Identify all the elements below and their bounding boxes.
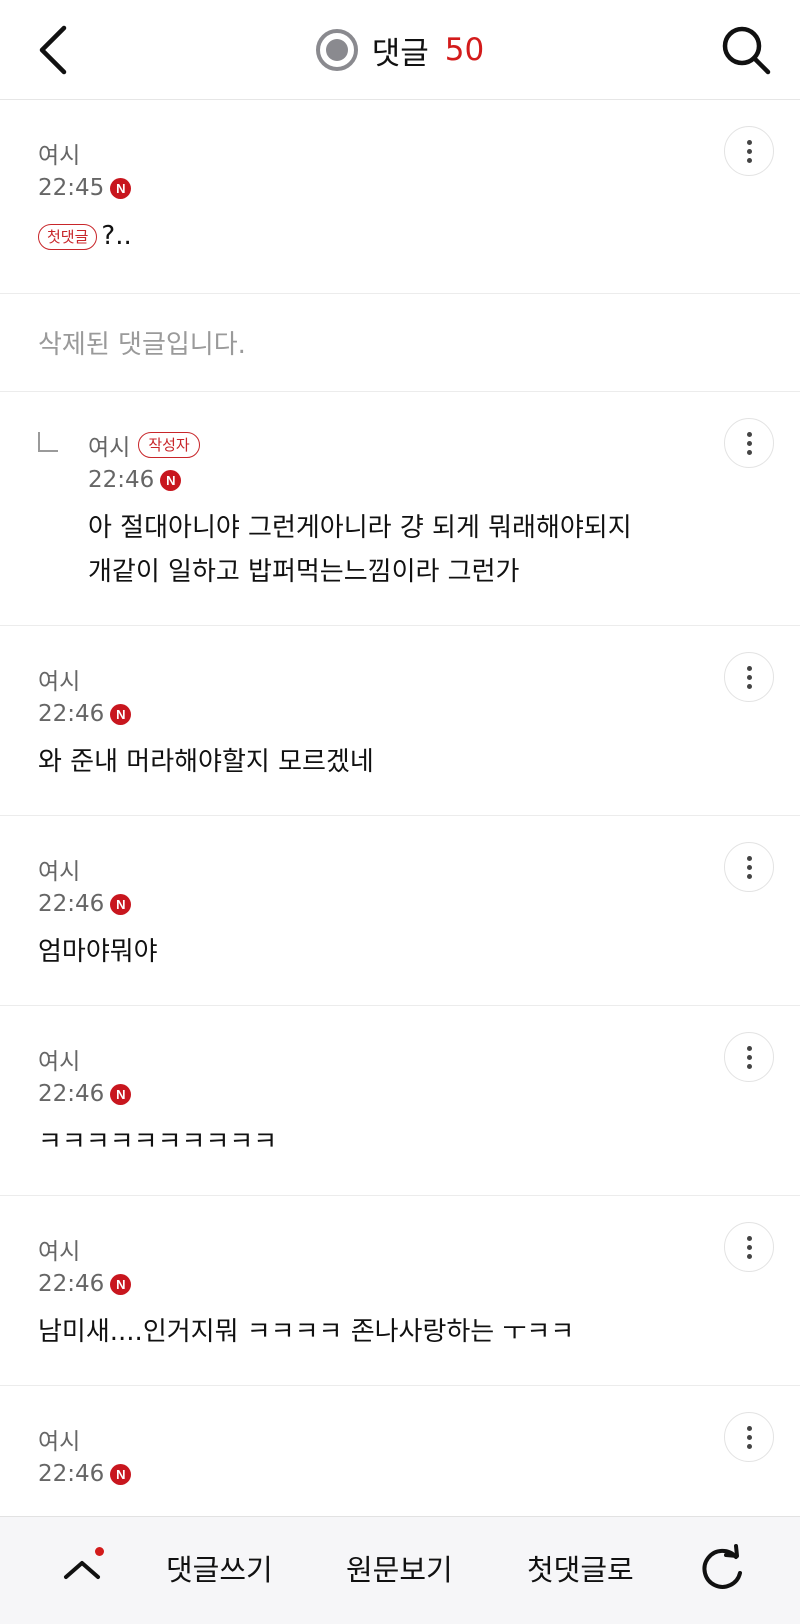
comment-time: 22:45	[38, 175, 105, 201]
more-options-button[interactable]	[724, 1032, 774, 1082]
comment-author: 여시	[38, 143, 81, 169]
comment-text-line: 아 절대아니야 그런게아니라 걍 되게 뭐래해야되지	[88, 513, 632, 543]
comment-author: 여시	[38, 669, 81, 695]
more-icon	[746, 1045, 752, 1051]
more-icon	[746, 139, 752, 145]
comment-time: 22:46	[38, 891, 105, 917]
new-badge: N	[110, 703, 132, 725]
comment-author: 여시	[38, 1049, 81, 1075]
comment-count: 50	[444, 32, 485, 68]
page-title: 댓글 50	[0, 26, 800, 74]
comment-item: 여시 22:46 N 와 준내 머라해야할지 모르겠네	[0, 626, 800, 816]
comment-text-line: 개같이 일하고 밥퍼먹는느낌이라 그런가	[88, 557, 520, 587]
deleted-comment: 삭제된 댓글입니다.	[0, 294, 800, 392]
new-badge: N	[110, 177, 132, 199]
more-icon	[746, 665, 752, 671]
comment-item: 여시 22:45 N 첫댓글?..	[0, 100, 800, 294]
more-icon	[746, 855, 752, 861]
comment-text: 와 준내 머라해야할지 모르겠네	[38, 747, 374, 777]
comment-item: 여시 22:46 N	[0, 1386, 800, 1526]
more-icon	[746, 431, 752, 437]
comment-item: 여시 22:46 N 엄마야뭐야	[0, 816, 800, 1006]
header-bar: 댓글 50	[0, 0, 800, 100]
refresh-button[interactable]	[696, 1543, 748, 1595]
comment-text: 남미새....인거지뭐 ㅋㅋㅋㅋ 존나사랑하는 ㅜㅋㅋ	[38, 1317, 575, 1347]
new-badge: N	[110, 1463, 132, 1485]
more-options-button[interactable]	[724, 1222, 774, 1272]
more-options-button[interactable]	[724, 418, 774, 468]
comments-screen: 댓글 50 여시 22:45 N 첫댓글?.. 삭제된 댓글입니다. 여시 작성…	[0, 0, 800, 1624]
comment-text: 엄마야뭐야	[38, 937, 158, 967]
comment-author: 여시	[38, 1239, 81, 1265]
bottom-toolbar: 댓글쓰기 원문보기 첫댓글로	[0, 1516, 800, 1624]
comment-text: ?..	[101, 221, 132, 251]
comment-text: ㅋㅋㅋㅋㅋㅋㅋㅋㅋㅋ	[38, 1127, 278, 1157]
comment-author: 여시	[38, 1429, 81, 1455]
first-comment-badge: 첫댓글	[38, 223, 98, 250]
bell-icon[interactable]	[315, 29, 358, 71]
comment-author: 여시	[38, 859, 81, 885]
first-comment-button[interactable]: 첫댓글로	[527, 1547, 634, 1589]
more-options-button[interactable]	[724, 126, 774, 176]
view-original-button[interactable]: 원문보기	[346, 1547, 453, 1589]
comment-body: 아 절대아니야 그런게아니라 걍 되게 뭐래해야되지 개같이 일하고 밥퍼먹는느…	[88, 506, 690, 594]
comment-time: 22:46	[38, 1271, 105, 1297]
deleted-comment-text: 삭제된 댓글입니다.	[38, 330, 246, 360]
comment-time: 22:46	[38, 701, 105, 727]
comment-list: 여시 22:45 N 첫댓글?.. 삭제된 댓글입니다. 여시 작성자 22:4…	[0, 100, 800, 1526]
comment-body: 첫댓글?..	[38, 214, 690, 258]
search-button[interactable]	[718, 22, 774, 78]
more-options-button[interactable]	[724, 1412, 774, 1462]
more-options-button[interactable]	[724, 652, 774, 702]
new-badge: N	[110, 1273, 132, 1295]
title-label: 댓글	[371, 35, 429, 72]
new-badge: N	[160, 469, 182, 491]
more-icon	[746, 1425, 752, 1431]
comment-time: 22:46	[88, 467, 155, 493]
more-options-button[interactable]	[724, 842, 774, 892]
refresh-icon	[702, 1544, 742, 1589]
new-badge: N	[110, 1083, 132, 1105]
comment-item: 여시 22:46 N ㅋㅋㅋㅋㅋㅋㅋㅋㅋㅋ	[0, 1006, 800, 1196]
more-icon	[746, 1235, 752, 1241]
reply-indicator-icon	[38, 432, 58, 452]
comment-time: 22:46	[38, 1461, 105, 1487]
comment-author: 여시	[88, 435, 131, 461]
notification-dot	[95, 1547, 104, 1556]
reply-comment-item: 여시 작성자 22:46 N 아 절대아니야 그런게아니라 걍 되게 뭐래해야되…	[0, 392, 800, 626]
write-comment-button[interactable]: 댓글쓰기	[166, 1547, 273, 1589]
new-badge: N	[110, 893, 132, 915]
search-icon	[722, 26, 771, 75]
comment-time: 22:46	[38, 1081, 105, 1107]
writer-badge: 작성자	[138, 432, 200, 458]
comment-item: 여시 22:46 N 남미새....인거지뭐 ㅋㅋㅋㅋ 존나사랑하는 ㅜㅋㅋ	[0, 1196, 800, 1386]
